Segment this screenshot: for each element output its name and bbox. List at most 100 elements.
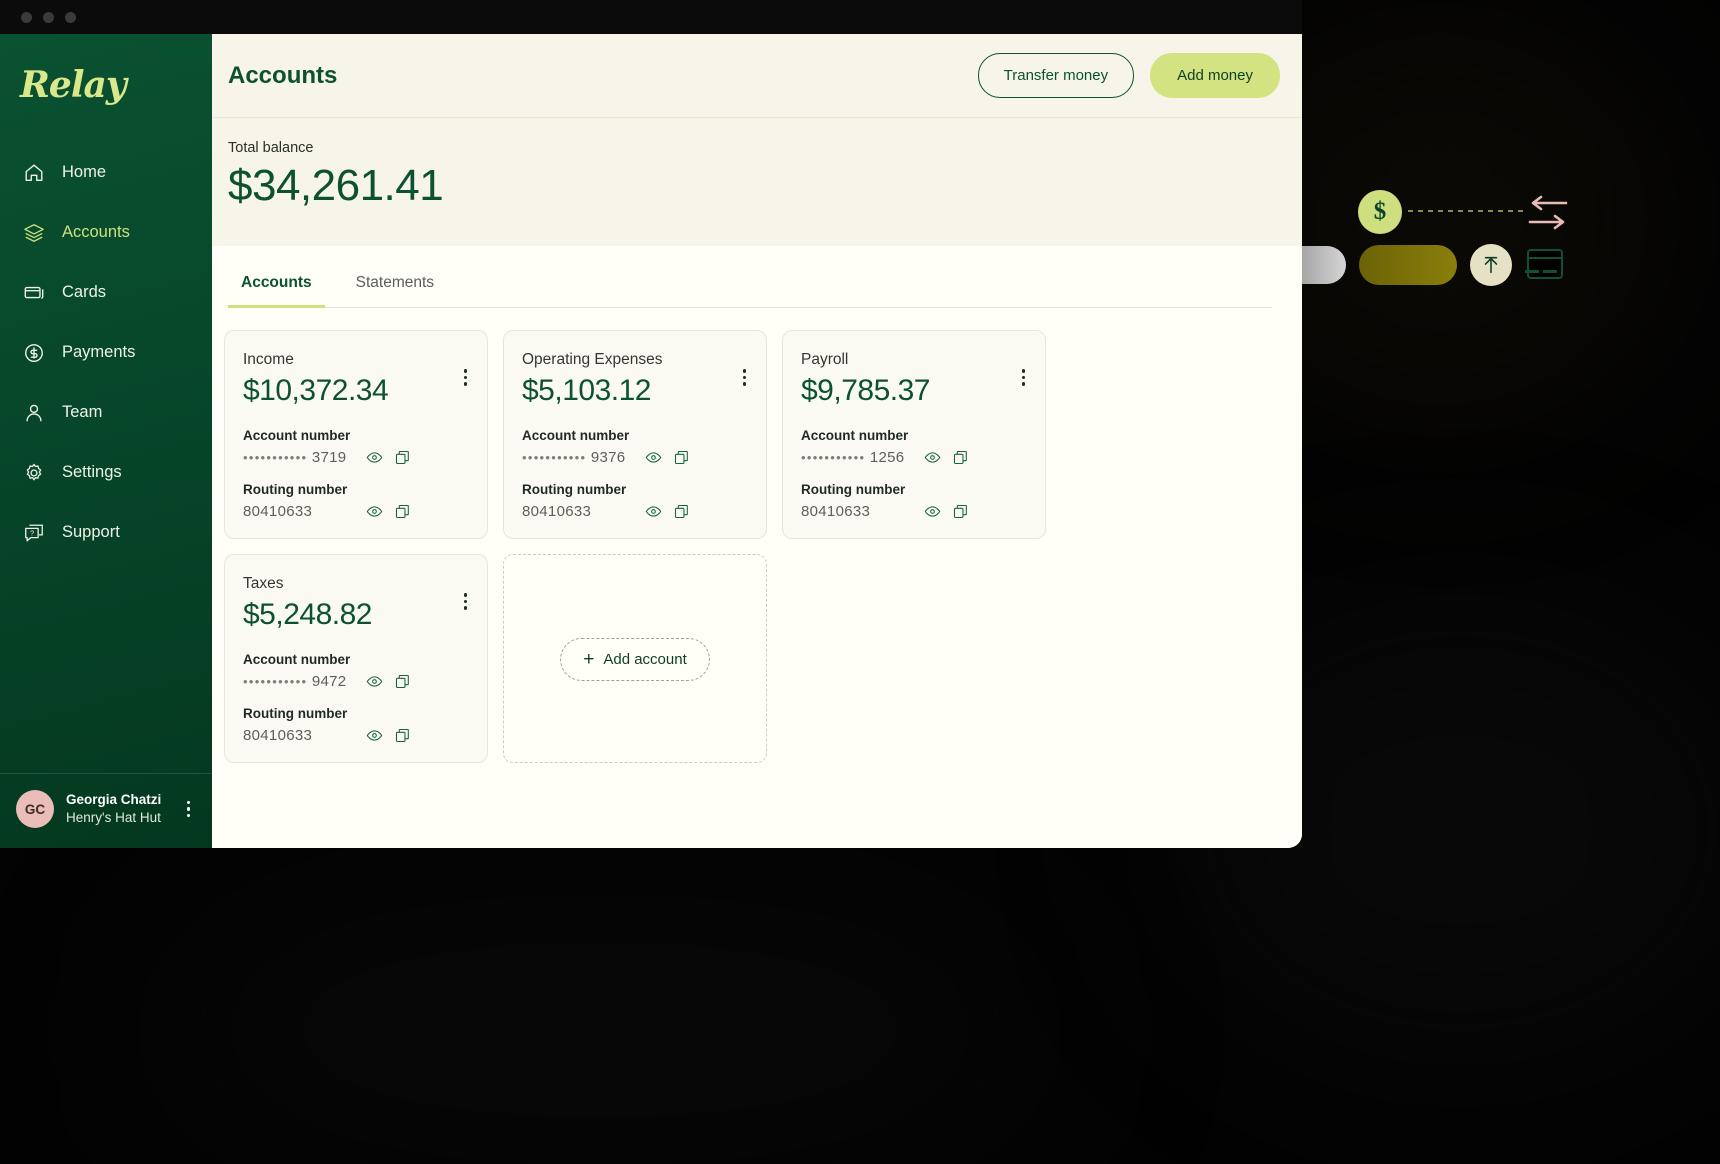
account-number-value: ••••••••••• 9472 [243,673,355,690]
user-name: Georgia Chatzi [66,791,161,809]
account-last4: 3719 [312,449,347,466]
window-minimize-button[interactable] [43,12,54,23]
routing-number-row: 80410633 [243,503,469,520]
user-org: Henry's Hat Hut [66,809,161,827]
account-number-value: ••••••••••• 3719 [243,449,355,466]
window-maximize-button[interactable] [65,12,76,23]
account-number-value: ••••••••••• 9376 [522,449,634,466]
routing-number-value: 80410633 [243,503,355,520]
dollar-circle-decoration: $ [1358,190,1402,234]
account-last4: 1256 [870,449,905,466]
sidebar-item-label: Team [62,403,102,422]
routing-number-value: 80410633 [243,727,355,744]
account-menu-button[interactable] [464,593,468,610]
routing-number-row: 80410633 [522,503,748,520]
copy-icon[interactable] [952,503,969,520]
page-title: Accounts [228,62,337,90]
account-menu-button[interactable] [464,369,468,386]
reveal-eye-icon[interactable] [924,503,941,520]
app-window: Relay Home Accounts [0,0,1302,848]
reveal-eye-icon[interactable] [924,449,941,466]
total-balance-value: $34,261.41 [228,161,1302,211]
copy-icon[interactable] [394,727,411,744]
upload-circle-decoration [1470,244,1512,286]
sidebar-item-label: Home [62,163,106,182]
account-number-label: Account number [243,652,469,667]
copy-icon[interactable] [394,503,411,520]
account-name: Income [243,351,469,369]
routing-number-row: 80410633 [801,503,1027,520]
masked-dots: ••••••••••• [243,450,307,465]
user-menu-button[interactable] [187,801,191,818]
account-balance: $5,103.12 [522,374,748,408]
tab-accounts[interactable]: Accounts [228,264,325,308]
sidebar-item-payments[interactable]: Payments [0,332,212,373]
person-icon [22,401,46,425]
account-menu-button[interactable] [1022,369,1026,386]
account-number-row: ••••••••••• 1256 [801,449,1027,466]
copy-icon[interactable] [673,503,690,520]
sidebar-item-cards[interactable]: Cards [0,272,212,313]
sidebar-item-label: Accounts [62,223,130,242]
olive-pill-decoration [1359,245,1457,285]
routing-number-value: 80410633 [522,503,634,520]
sidebar-item-team[interactable]: Team [0,392,212,433]
reveal-eye-icon[interactable] [645,503,662,520]
account-card[interactable]: Income $10,372.34 Account number •••••••… [224,330,488,539]
transfer-arrows-decoration [1528,194,1568,232]
credit-card-decoration [1527,249,1563,279]
copy-icon[interactable] [394,673,411,690]
account-number-row: ••••••••••• 9472 [243,673,469,690]
account-balance: $9,785.37 [801,374,1027,408]
sidebar-item-label: Payments [62,343,135,362]
account-card[interactable]: Taxes $5,248.82 Account number •••••••••… [224,554,488,763]
add-money-button[interactable]: Add money [1150,53,1280,98]
reveal-eye-icon[interactable] [366,727,383,744]
account-name: Taxes [243,575,469,593]
account-card[interactable]: Payroll $9,785.37 Account number •••••••… [782,330,1046,539]
dollar-circle-icon [22,341,46,365]
reveal-eye-icon[interactable] [645,449,662,466]
sidebar-item-home[interactable]: Home [0,152,212,193]
routing-number-label: Routing number [801,482,1027,497]
copy-icon[interactable] [394,449,411,466]
page-header: Accounts Transfer money Add money [212,34,1302,118]
sidebar-user-row[interactable]: GC Georgia Chatzi Henry's Hat Hut [0,773,212,848]
add-account-button[interactable]: + Add account [560,638,710,681]
gear-icon [22,461,46,485]
tabs-section: Accounts Statements [212,246,1302,308]
sidebar-item-label: Support [62,523,120,542]
add-account-tile[interactable]: + Add account [503,554,767,763]
account-balance: $5,248.82 [243,598,469,632]
account-name: Payroll [801,351,1027,369]
copy-icon[interactable] [952,449,969,466]
sidebar-item-support[interactable]: ? Support [0,512,212,553]
routing-number-label: Routing number [522,482,748,497]
copy-icon[interactable] [673,449,690,466]
reveal-eye-icon[interactable] [366,673,383,690]
masked-dots: ••••••••••• [243,674,307,689]
account-number-label: Account number [522,428,748,443]
sidebar-item-accounts[interactable]: Accounts [0,212,212,253]
account-menu-button[interactable] [743,369,747,386]
masked-dots: ••••••••••• [522,450,586,465]
account-number-row: ••••••••••• 9376 [522,449,748,466]
main-content: Accounts Transfer money Add money Total … [212,34,1302,848]
window-titlebar [0,0,1302,34]
sidebar-nav: Home Accounts Cards [0,152,212,572]
routing-number-row: 80410633 [243,727,469,744]
tab-statements[interactable]: Statements [343,264,447,308]
account-number-label: Account number [243,428,469,443]
dotted-connector-decoration [1408,210,1528,212]
app-logo[interactable]: Relay [20,64,212,106]
tab-list: Accounts Statements [228,264,1272,308]
account-card[interactable]: Operating Expenses $5,103.12 Account num… [503,330,767,539]
sidebar-item-settings[interactable]: Settings [0,452,212,493]
transfer-money-button[interactable]: Transfer money [978,53,1134,98]
account-name: Operating Expenses [522,351,748,369]
account-number-row: ••••••••••• 3719 [243,449,469,466]
reveal-eye-icon[interactable] [366,503,383,520]
window-close-button[interactable] [21,12,32,23]
reveal-eye-icon[interactable] [366,449,383,466]
svg-text:?: ? [30,528,34,537]
